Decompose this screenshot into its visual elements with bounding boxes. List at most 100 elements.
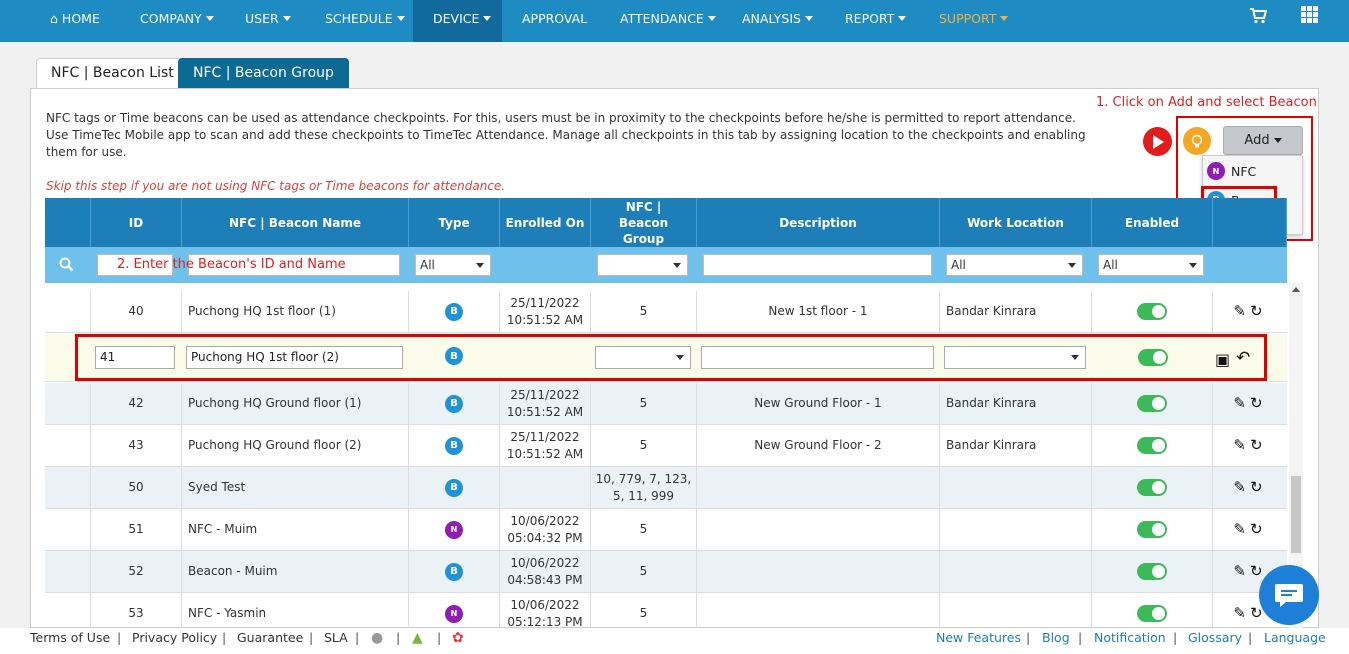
footer-terms-link[interactable]: Terms of Use <box>30 630 110 645</box>
row-select-cell[interactable] <box>45 467 91 508</box>
enabled-toggle[interactable] <box>1137 563 1167 580</box>
filter-enabled-value: All <box>1103 258 1118 272</box>
footer-blog-link[interactable]: Blog <box>1042 630 1070 645</box>
col-group-header[interactable]: NFC | Beacon Group <box>591 198 697 247</box>
table-row[interactable]: 53 NFC - Yasmin N 10/06/2022 05:12:13 PM… <box>45 593 1287 628</box>
row-location <box>940 467 1092 508</box>
col-name-header[interactable]: NFC | Beacon Name <box>182 198 409 247</box>
enabled-toggle[interactable] <box>1137 395 1167 412</box>
row-select-cell[interactable] <box>45 425 91 466</box>
nav-report[interactable]: REPORT <box>845 0 907 38</box>
nav-device[interactable]: DEVICE <box>413 0 502 42</box>
nfc-icon: N <box>445 520 463 539</box>
col-type-header[interactable]: Type <box>409 198 500 247</box>
footer-guarantee-link[interactable]: Guarantee <box>237 630 303 645</box>
nav-schedule[interactable]: SCHEDULE <box>325 0 405 38</box>
scroll-up-icon[interactable] <box>1292 287 1300 292</box>
table-row[interactable]: 42 Puchong HQ Ground floor (1) B 25/11/2… <box>45 383 1287 425</box>
footer-new-features-link[interactable]: New Features <box>936 630 1021 645</box>
row-select-cell[interactable] <box>45 509 91 550</box>
enabled-toggle[interactable] <box>1137 605 1167 622</box>
tab-beacon-list[interactable]: NFC | Beacon List <box>36 58 189 89</box>
footer-privacy-link[interactable]: Privacy Policy <box>132 630 217 645</box>
nav-home[interactable]: ⌂ HOME <box>50 0 100 38</box>
row-description <box>697 509 940 550</box>
row-select-cell[interactable] <box>45 383 91 424</box>
filter-type-value: All <box>420 258 435 272</box>
apps-grid-icon[interactable] <box>1301 0 1318 38</box>
row-id: 50 <box>91 467 182 508</box>
edit-icon[interactable]: ✎ <box>1233 303 1250 320</box>
enabled-toggle[interactable] <box>1137 303 1167 320</box>
edit-icon[interactable]: ✎ <box>1233 563 1250 580</box>
col-enabled-header[interactable]: Enabled <box>1092 198 1213 247</box>
row-location: Bandar Kinrara <box>940 425 1092 466</box>
refresh-icon[interactable]: ↻ <box>1250 395 1267 412</box>
footer-sla-link[interactable]: SLA <box>324 630 348 645</box>
play-video-icon[interactable] <box>1143 127 1172 156</box>
refresh-icon[interactable]: ↻ <box>1250 303 1267 320</box>
filter-description-input[interactable] <box>703 254 932 276</box>
refresh-icon[interactable]: ↻ <box>1250 479 1267 496</box>
filter-enabled-select[interactable]: All <box>1098 254 1204 276</box>
nav-attendance[interactable]: ATTENDANCE <box>620 0 716 38</box>
footer-language-link[interactable]: Language <box>1264 630 1326 645</box>
row-group: 5 <box>591 425 697 466</box>
row-type: B <box>409 425 500 466</box>
refresh-icon[interactable]: ↻ <box>1250 437 1267 454</box>
edit-icon[interactable]: ✎ <box>1233 605 1250 622</box>
filter-type-select[interactable]: All <box>415 254 491 276</box>
nav-company[interactable]: COMPANY <box>140 0 214 38</box>
row-type: B <box>409 291 500 332</box>
col-id-header[interactable]: ID <box>91 198 182 247</box>
footer-notification-link[interactable]: Notification <box>1094 630 1166 645</box>
enabled-toggle[interactable] <box>1137 479 1167 496</box>
nav-user[interactable]: USER <box>245 0 291 38</box>
nav-analysis[interactable]: ANALYSIS <box>742 0 813 38</box>
row-description: New 1st floor - 1 <box>697 291 940 332</box>
row-select-cell[interactable] <box>45 551 91 592</box>
table-row[interactable]: 51 NFC - Muim N 10/06/2022 05:04:32 PM 5… <box>45 509 1287 551</box>
enabled-toggle[interactable] <box>1137 437 1167 454</box>
row-select-cell[interactable] <box>45 291 91 332</box>
cart-icon[interactable] <box>1250 0 1268 38</box>
table-row[interactable]: 50 Syed Test B 10, 779, 7, 123, 5, 11, 9… <box>45 467 1287 509</box>
android-icon[interactable]: ▲ <box>412 630 423 646</box>
edit-icon[interactable]: ✎ <box>1233 395 1250 412</box>
caret-down-icon <box>205 16 214 21</box>
row-id: 53 <box>91 593 182 628</box>
table-row[interactable]: 52 Beacon - Muim B 10/06/2022 04:58:43 P… <box>45 551 1287 593</box>
row-description: New Ground Floor - 1 <box>697 383 940 424</box>
row-group: 5 <box>591 383 697 424</box>
scrollbar-thumb[interactable] <box>1291 476 1301 553</box>
edit-icon[interactable]: ✎ <box>1233 521 1250 538</box>
filter-location-select[interactable]: All <box>946 254 1083 276</box>
col-location-header[interactable]: Work Location <box>940 198 1092 247</box>
row-enabled <box>1092 593 1213 628</box>
chat-bubble-icon[interactable] <box>1259 565 1319 625</box>
table-row[interactable]: 43 Puchong HQ Ground floor (2) B 25/11/2… <box>45 425 1287 467</box>
refresh-icon[interactable]: ↻ <box>1250 521 1267 538</box>
apple-icon[interactable]: ● <box>371 630 383 646</box>
footer-separator: | <box>1026 630 1031 645</box>
filter-group-select[interactable] <box>597 254 688 276</box>
nav-approval[interactable]: APPROVAL <box>522 0 587 38</box>
huawei-icon[interactable]: ✿ <box>452 630 464 646</box>
col-description-header[interactable]: Description <box>697 198 940 247</box>
footer-glossary-link[interactable]: Glossary <box>1188 630 1242 645</box>
enabled-toggle[interactable] <box>1137 521 1167 538</box>
col-enrolled-header[interactable]: Enrolled On <box>500 198 591 247</box>
table-row[interactable]: 40 Puchong HQ 1st floor (1) B 25/11/2022… <box>45 291 1287 333</box>
chevron-down-icon <box>673 263 681 268</box>
tab-beacon-group[interactable]: NFC | Beacon Group <box>178 58 349 88</box>
nav-company-label: COMPANY <box>140 11 202 26</box>
row-description: New Ground Floor - 2 <box>697 425 940 466</box>
edit-icon[interactable]: ✎ <box>1233 437 1250 454</box>
row-select-cell[interactable] <box>45 593 91 628</box>
edit-icon[interactable]: ✎ <box>1233 479 1250 496</box>
row-enrolled: 25/11/2022 10:51:52 AM <box>500 291 591 332</box>
beacon-icon: B <box>445 436 463 455</box>
nav-support[interactable]: SUPPORT <box>939 0 1009 38</box>
nav-home-label: HOME <box>61 11 100 26</box>
row-enrolled <box>500 467 591 508</box>
